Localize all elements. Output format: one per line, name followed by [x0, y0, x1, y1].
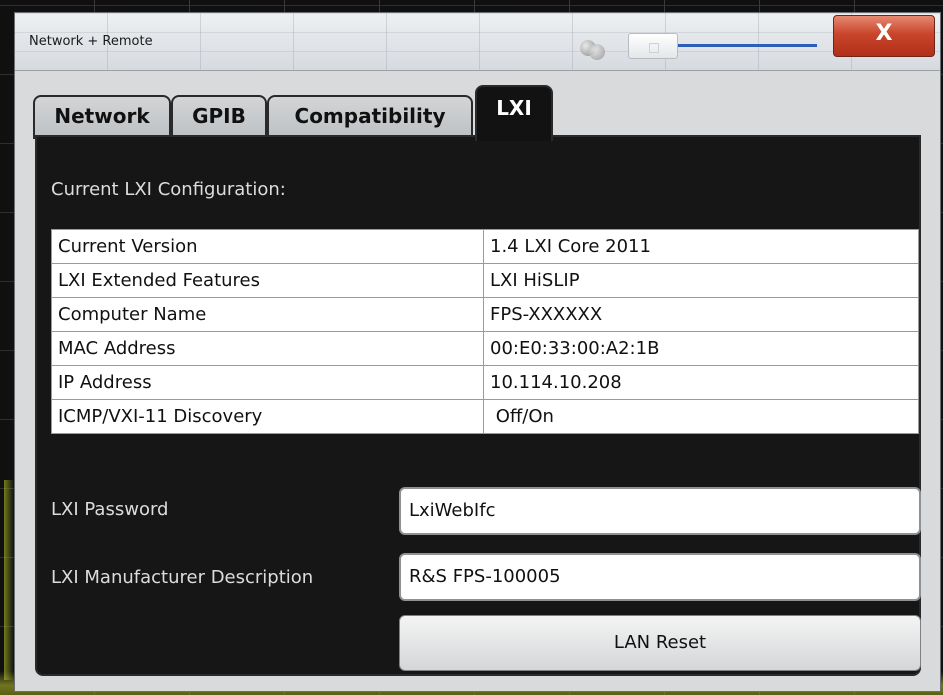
row-key: Current Version — [51, 229, 484, 264]
transparency-slider-track[interactable] — [665, 44, 817, 47]
row-value: 1.4 LXI Core 2011 — [483, 229, 919, 264]
table-row: ICMP/VXI-11 Discovery Off/On — [51, 399, 919, 434]
row-value: FPS-XXXXXX — [483, 297, 919, 332]
row-key: Computer Name — [51, 297, 484, 332]
lxi-panel: Current LXI Configuration: Current Versi… — [35, 135, 921, 676]
lxi-password-field[interactable]: LxiWebIfc — [399, 487, 921, 535]
row-value: Off/On — [483, 399, 919, 434]
close-icon: X — [875, 21, 893, 46]
table-row: Current Version 1.4 LXI Core 2011 — [51, 229, 919, 264]
dots-icon — [580, 38, 610, 60]
close-button[interactable]: X — [833, 15, 935, 57]
table-row: LXI Extended Features LXI HiSLIP — [51, 263, 919, 298]
row-key: IP Address — [51, 365, 484, 400]
tab-network[interactable]: Network — [33, 95, 171, 139]
table-row: MAC Address 00:E0:33:00:A2:1B — [51, 331, 919, 366]
lan-reset-button[interactable]: LAN Reset — [399, 615, 921, 671]
row-key: ICMP/VXI-11 Discovery — [51, 399, 484, 434]
transparency-slider-thumb[interactable] — [628, 33, 678, 59]
lxi-password-label: LXI Password — [51, 499, 169, 520]
window-title: Network + Remote — [29, 34, 153, 49]
tab-lxi[interactable]: LXI — [475, 85, 553, 141]
tab-bar: Network GPIB Compatibility LXI — [33, 85, 933, 141]
lxi-config-table: Current Version 1.4 LXI Core 2011 LXI Ex… — [51, 229, 919, 434]
section-title: Current LXI Configuration: — [51, 179, 286, 200]
row-value: 00:E0:33:00:A2:1B — [483, 331, 919, 366]
network-remote-dialog: Network + Remote X Network GPIB Compatib… — [14, 12, 941, 692]
row-value: 10.114.10.208 — [483, 365, 919, 400]
row-key: MAC Address — [51, 331, 484, 366]
row-value: LXI HiSLIP — [483, 263, 919, 298]
tab-compatibility[interactable]: Compatibility — [267, 95, 473, 139]
title-bar[interactable]: Network + Remote X — [15, 13, 940, 71]
row-key: LXI Extended Features — [51, 263, 484, 298]
lxi-manufacturer-label: LXI Manufacturer Description — [51, 567, 314, 588]
table-row: Computer Name FPS-XXXXXX — [51, 297, 919, 332]
background-trace-left — [4, 480, 14, 680]
lxi-manufacturer-field[interactable]: R&S FPS-100005 — [399, 553, 921, 601]
table-row: IP Address 10.114.10.208 — [51, 365, 919, 400]
tab-gpib[interactable]: GPIB — [171, 95, 267, 139]
